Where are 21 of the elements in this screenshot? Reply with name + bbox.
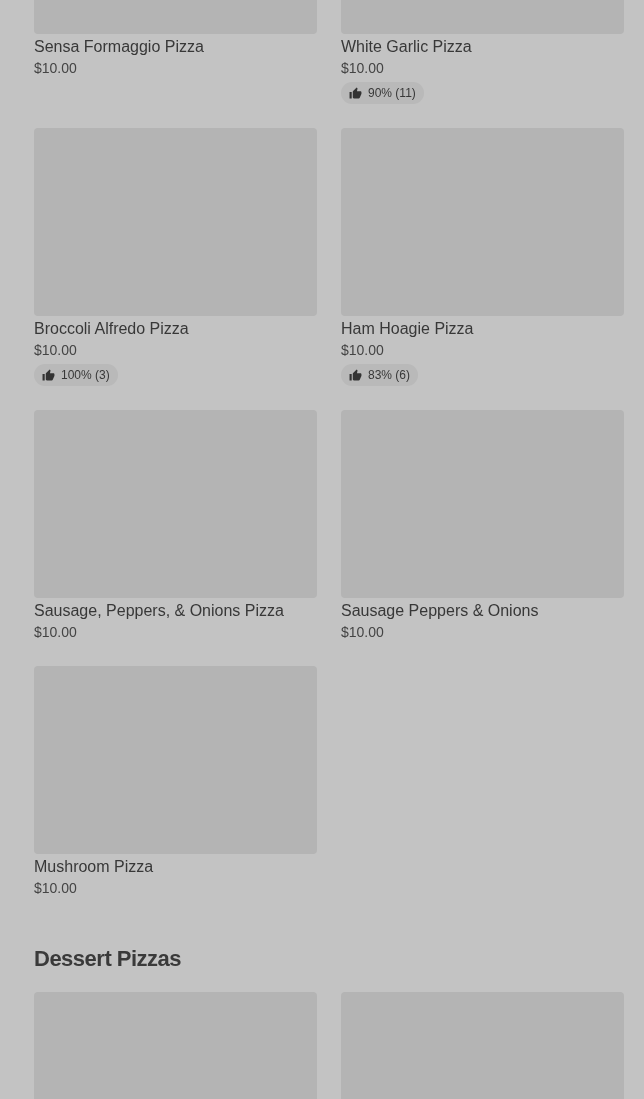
item-name: Broccoli Alfredo Pizza (34, 319, 189, 339)
rating-text: 100% (3) (61, 367, 110, 383)
rating-text: 83% (6) (368, 367, 411, 383)
item-price: $10.00 (34, 341, 77, 360)
item-name: Ham Hoagie Pizza (341, 319, 474, 339)
item-price: $10.00 (34, 59, 77, 78)
item-price: $10.00 (341, 341, 384, 360)
item-name: Mushroom Pizza (34, 857, 154, 877)
item-price: $10.00 (34, 879, 77, 898)
thumbs-up-icon (349, 368, 362, 382)
thumbs-up-icon (42, 368, 55, 382)
item-price: $10.00 (34, 623, 77, 642)
item-price: $10.00 (341, 623, 384, 642)
item-price: $10.00 (341, 59, 384, 78)
section-heading: Dessert Pizzas (34, 946, 183, 972)
rating-text: 90% (11) (368, 85, 416, 101)
item-name: Sausage, Peppers, & Onions Pizza (34, 601, 284, 621)
item-name: Sausage Peppers & Onions (341, 601, 539, 621)
item-name: White Garlic Pizza (341, 37, 472, 57)
item-name: Sensa Formaggio Pizza (34, 37, 204, 57)
thumbs-up-icon (349, 86, 362, 100)
